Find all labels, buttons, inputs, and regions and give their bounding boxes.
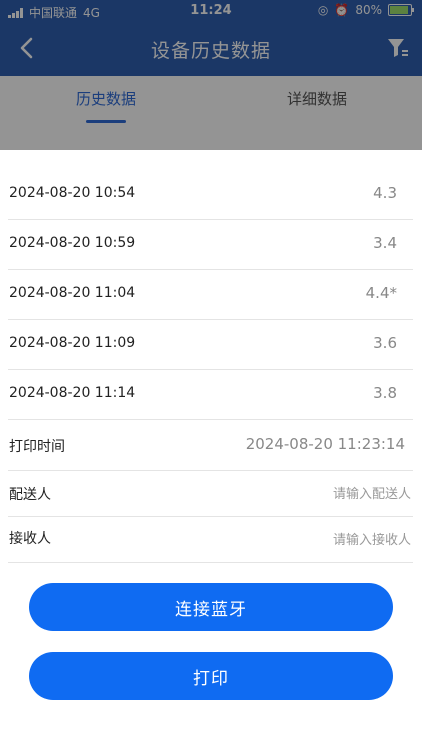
record-date: 2024-08-20 11:14 [9, 385, 136, 401]
table-row: 2024-08-20 10:54 4.3 [8, 170, 413, 220]
table-row: 2024-08-20 11:09 3.6 [8, 320, 413, 370]
print-time-label: 打印时间 [9, 439, 65, 455]
record-value: 4.3 [373, 184, 397, 202]
sender-label: 配送人 [9, 487, 51, 503]
receiver-row: 接收人 [8, 516, 413, 563]
print-time-value: 2024-08-20 11:23:14 [245, 435, 405, 453]
receiver-input[interactable] [229, 532, 413, 549]
print-time-row: 打印时间 2024-08-20 11:23:14 [8, 420, 413, 471]
print-sheet: 2024-08-20 10:54 4.3 2024-08-20 10:59 3.… [0, 150, 422, 750]
print-button[interactable]: 打印 [29, 652, 393, 700]
table-row: 2024-08-20 10:59 3.4 [8, 220, 413, 270]
record-value: 4.4* [365, 284, 397, 302]
record-value: 3.6 [373, 334, 397, 352]
sender-row: 配送人 [8, 470, 413, 517]
record-date: 2024-08-20 10:54 [9, 185, 136, 201]
modal-overlay[interactable] [0, 0, 422, 150]
record-value: 3.8 [373, 384, 397, 402]
record-date: 2024-08-20 10:59 [9, 235, 136, 251]
record-date: 2024-08-20 11:04 [9, 285, 136, 301]
table-row: 2024-08-20 11:14 3.8 [8, 370, 413, 420]
sender-input[interactable] [229, 486, 413, 503]
receiver-label: 接收人 [9, 531, 51, 547]
record-value: 3.4 [373, 234, 397, 252]
connect-bluetooth-button[interactable]: 连接蓝牙 [29, 583, 393, 631]
record-date: 2024-08-20 11:09 [9, 335, 136, 351]
table-row: 2024-08-20 11:04 4.4* [8, 270, 413, 320]
